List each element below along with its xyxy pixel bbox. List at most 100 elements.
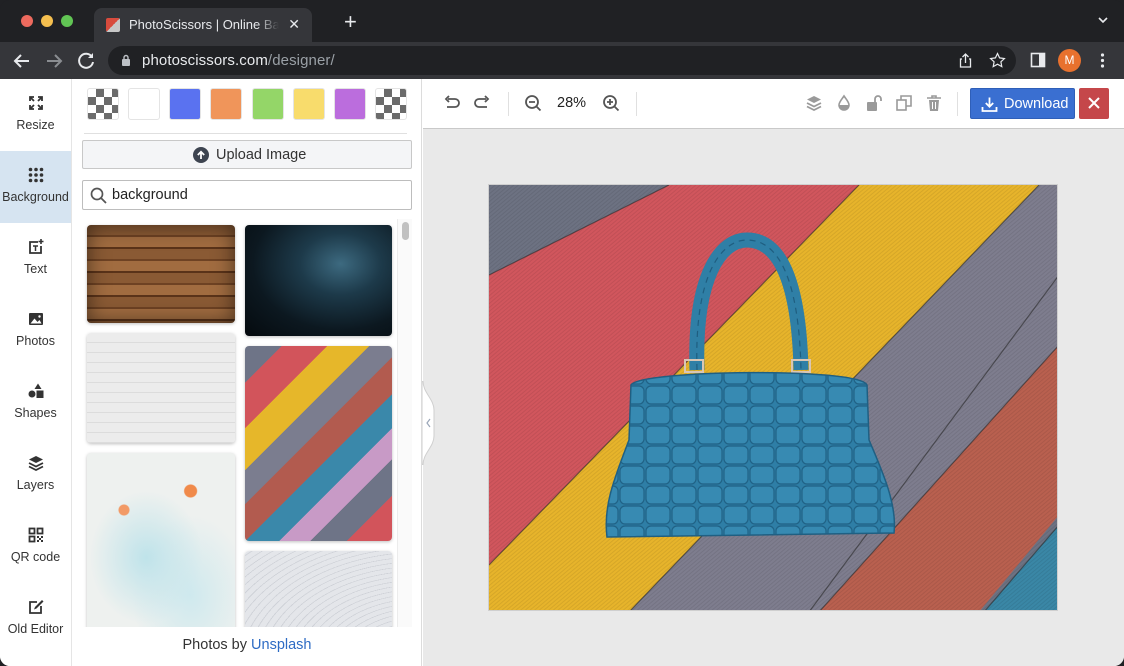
rail-label: Text [24, 262, 47, 276]
rail-label: Old Editor [7, 622, 64, 636]
result-wood-planks-brown[interactable] [87, 225, 235, 323]
redo-icon[interactable] [473, 94, 491, 112]
tab-title: PhotoScissors | Online Background Remove… [129, 17, 279, 32]
search-input[interactable] [112, 185, 402, 205]
results-scrollbar[interactable] [397, 219, 412, 627]
shapes-icon [28, 383, 44, 398]
result-white-waves[interactable] [245, 551, 392, 627]
rail-item-qr-code[interactable]: QR code [0, 511, 71, 583]
photo-credit: Photos by Unsplash [72, 637, 422, 653]
result-white-brick-wall[interactable] [87, 333, 235, 443]
layers-icon[interactable] [805, 94, 823, 112]
close-icon [1088, 97, 1100, 109]
image-icon [29, 313, 43, 325]
qr-code-icon [28, 527, 44, 543]
tool-rail: Resize Background Text Photos Shapes Lay… [0, 79, 72, 666]
rail-label: Resize [16, 118, 55, 132]
rail-item-layers[interactable]: Layers [0, 439, 71, 511]
trash-icon[interactable] [925, 94, 943, 112]
download-icon [981, 97, 998, 112]
lock-icon [122, 54, 130, 66]
result-watercolor-marble[interactable] [87, 453, 235, 627]
close-window-button[interactable] [21, 15, 33, 27]
results-scroll-thumb[interactable] [402, 222, 409, 240]
close-editor-button[interactable] [1079, 88, 1109, 119]
duplicate-icon[interactable] [895, 94, 913, 112]
side-panel-icon[interactable] [1030, 52, 1047, 69]
url-text: photoscissors.com/designer/ [142, 52, 335, 69]
swatch-purple[interactable] [334, 88, 366, 120]
credit-prefix: Photos by [182, 637, 252, 653]
maximize-window-button[interactable] [61, 15, 73, 27]
rail-label: Layers [16, 478, 55, 492]
upload-image-label: Upload Image [216, 147, 307, 163]
back-icon[interactable] [10, 49, 34, 73]
tab-search-chevron-icon[interactable] [1098, 15, 1108, 25]
rail-item-photos[interactable]: Photos [0, 295, 71, 367]
background-search [82, 180, 412, 210]
rail-item-background[interactable]: Background [0, 151, 71, 223]
rail-label: Background [2, 190, 69, 204]
tab-strip: PhotoScissors | Online Background Remove… [0, 0, 1124, 42]
share-icon[interactable] [957, 52, 974, 69]
rail-item-resize[interactable]: Resize [0, 79, 71, 151]
rail-label: QR code [10, 550, 61, 564]
resize-icon [29, 96, 43, 110]
undo-icon[interactable] [443, 94, 461, 112]
result-colorful-diagonal-planks[interactable] [245, 346, 392, 541]
swatch-green[interactable] [252, 88, 284, 120]
opacity-drop-icon[interactable] [835, 94, 853, 112]
rail-item-shapes[interactable]: Shapes [0, 367, 71, 439]
upload-arrow-icon [193, 147, 209, 163]
download-button[interactable]: Download [970, 88, 1075, 119]
zoom-out-icon[interactable] [524, 94, 542, 112]
favicon-icon [106, 18, 120, 32]
divider [84, 133, 407, 134]
forward-icon[interactable] [42, 49, 66, 73]
swatch-orange[interactable] [210, 88, 242, 120]
editor-toolbar: 28% Download [423, 79, 1124, 129]
canvas-artwork [489, 185, 1057, 610]
result-dark-teal-clouds[interactable] [245, 225, 392, 336]
unsplash-link[interactable]: Unsplash [251, 637, 311, 653]
new-tab-button[interactable]: + [344, 11, 357, 33]
url-path: /designer/ [267, 52, 335, 69]
swatch-transparent-original[interactable] [87, 88, 119, 120]
photoscissors-app: Resize Background Text Photos Shapes Lay… [0, 79, 1124, 666]
layers-icon [28, 456, 44, 471]
rail-item-text[interactable]: Text [0, 223, 71, 295]
toolbar-separator [508, 92, 509, 116]
browser-toolbar: photoscissors.com/designer/ M [0, 42, 1124, 79]
reload-icon[interactable] [74, 49, 98, 73]
design-canvas[interactable] [488, 184, 1058, 611]
dots-grid-icon [28, 167, 44, 183]
url-host: photoscissors.com [142, 52, 268, 69]
bookmark-star-icon[interactable] [989, 52, 1006, 69]
address-bar[interactable]: photoscissors.com/designer/ [108, 46, 1016, 75]
editor-area: 28% Download [423, 79, 1124, 666]
browser-tab[interactable]: PhotoScissors | Online Background Remove… [94, 8, 312, 42]
collapse-panel-handle[interactable] [422, 381, 436, 465]
edit-icon [29, 600, 44, 614]
tab-close-icon[interactable]: ✕ [288, 16, 300, 33]
text-add-icon [29, 239, 44, 254]
unlock-icon[interactable] [865, 94, 883, 112]
swatch-transparent[interactable] [375, 88, 407, 120]
background-results [82, 219, 412, 627]
background-panel: Upload Image background Photos by Unspla… [72, 79, 422, 666]
zoom-level: 28% [557, 95, 587, 111]
swatch-blue[interactable] [169, 88, 201, 120]
swatch-yellow[interactable] [293, 88, 325, 120]
profile-avatar[interactable]: M [1058, 49, 1081, 72]
upload-image-button[interactable]: Upload Image [82, 140, 412, 169]
toolbar-separator [636, 92, 637, 116]
browser-menu-icon[interactable] [1094, 52, 1111, 69]
zoom-in-icon[interactable] [602, 94, 620, 112]
browser-window: PhotoScissors | Online Background Remove… [0, 0, 1124, 666]
rail-label: Photos [16, 334, 55, 348]
rail-item-old-editor[interactable]: Old Editor [0, 583, 71, 655]
minimize-window-button[interactable] [41, 15, 53, 27]
download-label: Download [1004, 96, 1069, 112]
search-icon [90, 187, 107, 204]
swatch-white[interactable] [128, 88, 160, 120]
